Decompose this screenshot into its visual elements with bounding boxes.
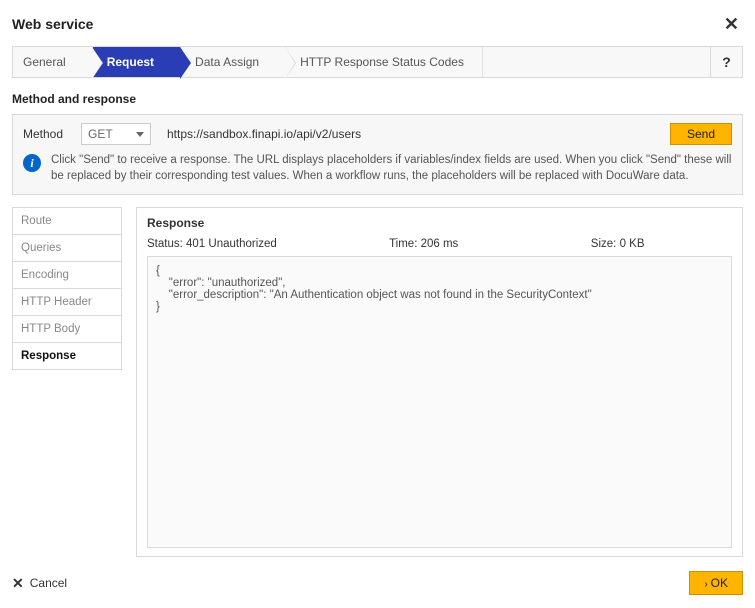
close-icon[interactable]: ✕ xyxy=(720,14,743,35)
response-title: Response xyxy=(147,216,732,230)
ok-button[interactable]: › OK xyxy=(689,571,743,595)
send-button[interactable]: Send xyxy=(670,123,732,145)
response-panel: Response Status: 401 Unauthorized Time: … xyxy=(136,207,743,557)
side-tab-encoding[interactable]: Encoding xyxy=(12,261,122,288)
time-value: 206 ms xyxy=(421,238,459,250)
tab-request[interactable]: Request xyxy=(93,47,181,77)
tab-http-response-status-codes[interactable]: HTTP Response Status Codes xyxy=(286,47,483,77)
info-icon: i xyxy=(23,154,41,172)
side-tab-http-body[interactable]: HTTP Body xyxy=(12,315,122,342)
status-label: Status: xyxy=(147,238,183,250)
tab-general[interactable]: General xyxy=(13,47,93,77)
side-tabs: Route Queries Encoding HTTP Header HTTP … xyxy=(12,207,122,557)
tab-data-assign[interactable]: Data Assign xyxy=(181,47,286,77)
close-icon: ✕ xyxy=(12,575,24,592)
time-label: Time: xyxy=(389,238,417,250)
response-meta: Status: 401 Unauthorized Time: 206 ms Si… xyxy=(147,238,732,250)
dialog-title: Web service xyxy=(12,12,93,36)
size-label: Size: xyxy=(591,238,617,250)
tab-bar: General Request Data Assign HTTP Respons… xyxy=(12,46,743,78)
section-title-method-response: Method and response xyxy=(12,92,743,106)
side-tab-queries[interactable]: Queries xyxy=(12,234,122,261)
response-body[interactable]: { "error": "unauthorized", "error_descri… xyxy=(147,256,732,548)
method-label: Method xyxy=(23,127,71,141)
status-value: 401 Unauthorized xyxy=(186,238,277,250)
side-tab-response[interactable]: Response xyxy=(12,342,122,370)
side-tab-route[interactable]: Route xyxy=(12,207,122,234)
chevron-right-icon: › xyxy=(704,579,707,590)
cancel-button[interactable]: ✕ Cancel xyxy=(12,575,67,592)
ok-label: OK xyxy=(711,576,728,590)
info-text: Click "Send" to receive a response. The … xyxy=(51,153,732,184)
method-response-box: Method GET https://sandbox.finapi.io/api… xyxy=(12,114,743,195)
side-tab-http-header[interactable]: HTTP Header xyxy=(12,288,122,315)
http-method-select[interactable]: GET xyxy=(81,123,151,145)
http-method-value: GET xyxy=(88,127,113,141)
chevron-down-icon xyxy=(136,132,144,137)
request-url: https://sandbox.finapi.io/api/v2/users xyxy=(161,127,660,141)
cancel-label: Cancel xyxy=(30,576,67,590)
size-value: 0 KB xyxy=(620,238,645,250)
help-button[interactable]: ? xyxy=(710,47,742,77)
